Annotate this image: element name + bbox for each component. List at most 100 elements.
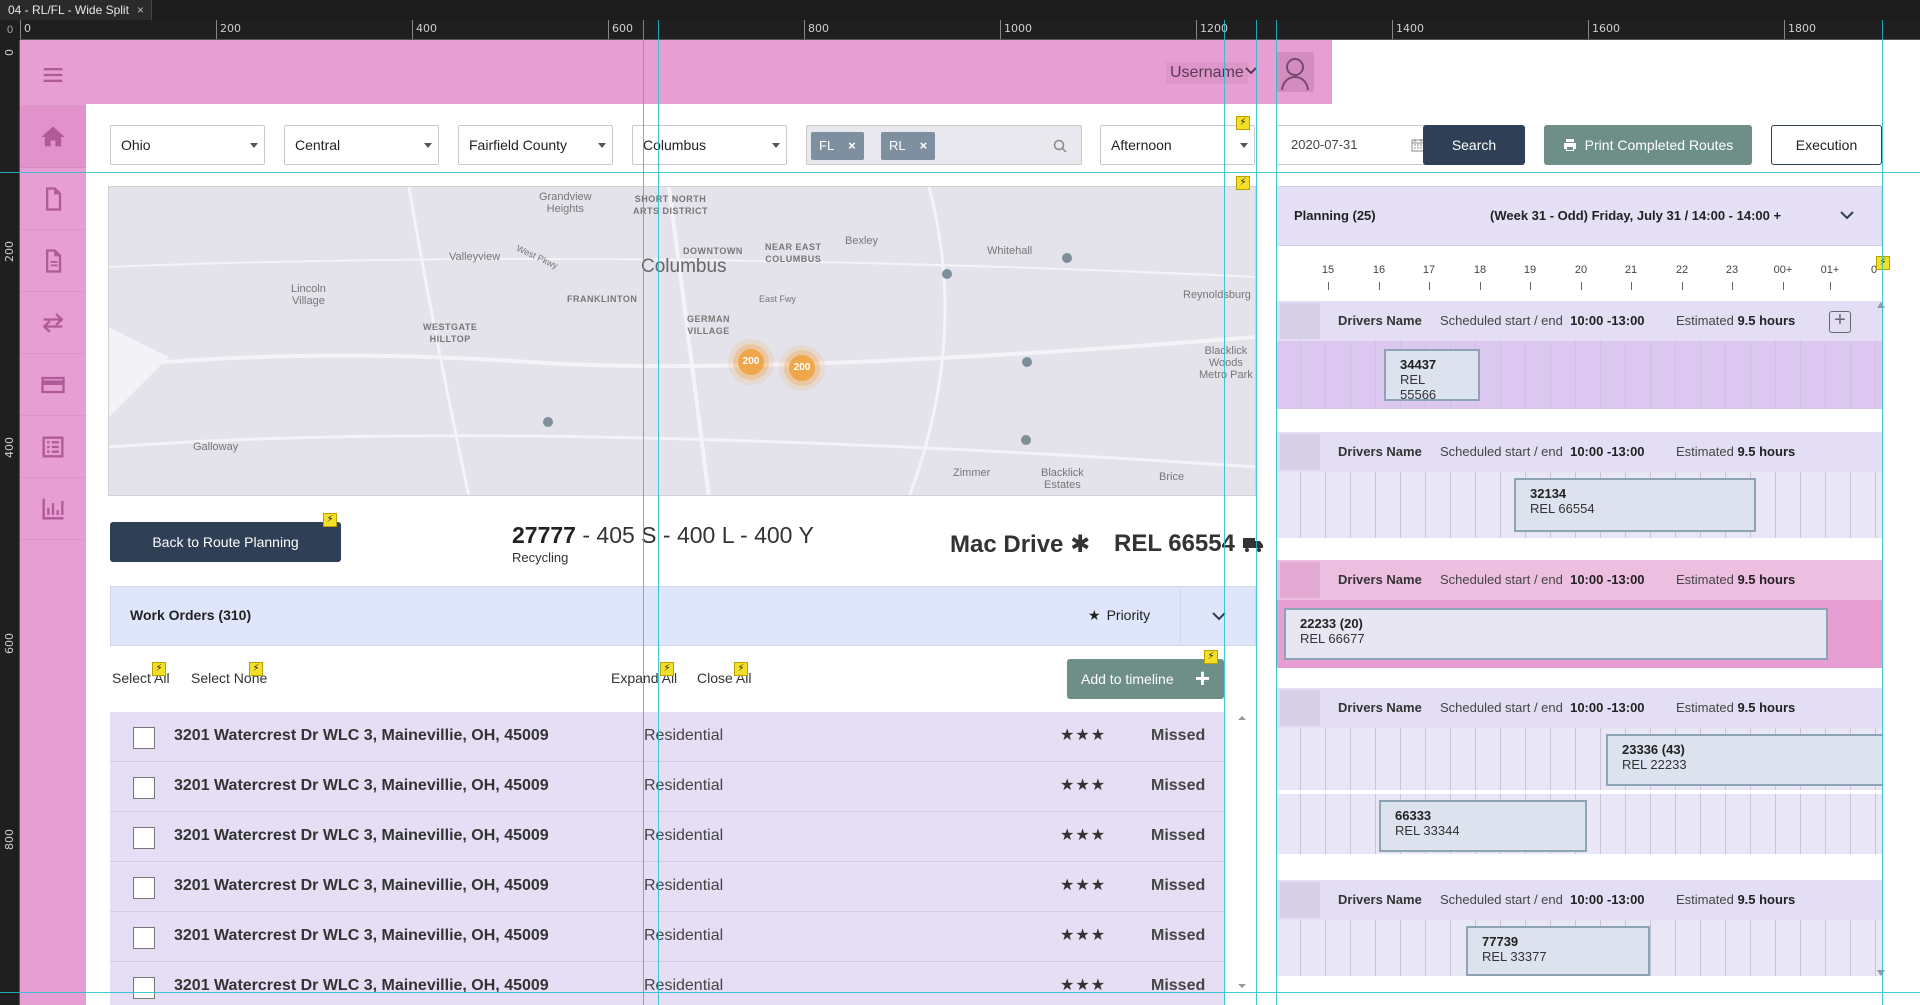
back-to-route-planning-button[interactable]: Back to Route Planning	[110, 522, 341, 562]
driver-header[interactable]: Drivers Name Scheduled start / end 10:00…	[1276, 301, 1882, 341]
shift-select[interactable]: Afternoon	[1100, 125, 1255, 165]
driver-estimate-label: Estimated	[1676, 572, 1734, 587]
route-id: 27777	[512, 522, 576, 548]
row-checkbox[interactable]	[133, 777, 155, 799]
map-label: FRANKLINTON	[567, 294, 638, 304]
job-block[interactable]: 66333 REL 33344	[1379, 800, 1587, 852]
hour-label: 17	[1422, 264, 1436, 276]
ruler-tick	[20, 20, 21, 39]
ruler-label: 0	[3, 49, 16, 56]
driver-lane[interactable]: 22233 (20) REL 66677	[1276, 600, 1882, 668]
tag-chip-fl[interactable]: FL ×	[811, 132, 864, 160]
map-label: Blacklick Estates	[1041, 467, 1084, 491]
map-cluster[interactable]: 200	[789, 355, 815, 381]
job-rel: REL 33377	[1482, 949, 1547, 964]
sidebar-item-transfers[interactable]	[20, 292, 86, 354]
user-menu[interactable]: Username	[1166, 62, 1248, 84]
tag-search-input[interactable]: FL × RL ×	[806, 125, 1082, 165]
remove-tag-icon[interactable]: ×	[848, 138, 856, 153]
region-value: Central	[295, 137, 341, 153]
document-icon	[46, 186, 62, 211]
menu-button[interactable]	[20, 44, 86, 106]
priority-filter[interactable]: ★ Priority	[1088, 607, 1150, 624]
driver-header[interactable]: Drivers Name Scheduled start / end 10:00…	[1276, 880, 1882, 920]
tag-chip-rl[interactable]: RL ×	[881, 132, 936, 160]
close-tab-icon[interactable]: ×	[137, 3, 144, 17]
row-status: Missed	[1151, 727, 1206, 744]
print-completed-routes-button[interactable]: Print Completed Routes	[1544, 125, 1752, 165]
sidebar-item-documents[interactable]	[20, 168, 86, 230]
driver-schedule-value: 10:00 -13:00	[1570, 700, 1645, 715]
driver-schedule-value: 10:00 -13:00	[1570, 444, 1645, 459]
planning-scrollbar[interactable]	[1876, 300, 1886, 980]
remove-tag-icon[interactable]: ×	[920, 138, 928, 153]
table-row[interactable]: 3201 Watercrest Dr WLC 3, Mainevillie, O…	[110, 912, 1224, 962]
driver-lane[interactable]: 32134 REL 66554	[1276, 472, 1882, 538]
table-row[interactable]: 3201 Watercrest Dr WLC 3, Mainevillie, O…	[110, 962, 1224, 1005]
ruler-label: 800	[808, 22, 829, 35]
driver-name: Drivers Name	[1338, 313, 1422, 328]
driver-name: Drivers Name	[1338, 700, 1422, 715]
sidebar-item-lists[interactable]	[20, 416, 86, 478]
region-select[interactable]: Central	[284, 125, 439, 165]
job-block[interactable]: 32134 REL 66554	[1514, 478, 1756, 532]
map-label: NEAR EAST COLUMBUS	[765, 242, 822, 264]
table-row[interactable]: 3201 Watercrest Dr WLC 3, Mainevillie, O…	[110, 762, 1224, 812]
job-block[interactable]: 23336 (43) REL 22233	[1606, 734, 1882, 786]
lane-grid	[1276, 341, 1882, 409]
job-id: 23336 (43)	[1622, 742, 1685, 757]
work-orders-scrollbar[interactable]	[1232, 712, 1252, 992]
job-block[interactable]: 34437 REL 55566	[1384, 349, 1480, 402]
row-checkbox[interactable]	[133, 877, 155, 899]
row-address: 3201 Watercrest Dr WLC 3, Mainevillie, O…	[174, 877, 549, 894]
driver-header[interactable]: Drivers Name Scheduled start / end 10:00…	[1276, 688, 1882, 728]
driver-header[interactable]: Drivers Name Scheduled start / end 10:00…	[1276, 560, 1882, 600]
row-checkbox[interactable]	[133, 827, 155, 849]
map-marker[interactable]	[1022, 357, 1032, 367]
map-marker[interactable]	[543, 417, 553, 427]
driver-lane[interactable]: 34437 REL 55566	[1276, 341, 1882, 409]
row-checkbox[interactable]	[133, 927, 155, 949]
work-orders-toggle[interactable]	[1180, 590, 1256, 642]
map[interactable]: Grandview Heights SHORT NORTH ARTS DISTRIC…	[108, 186, 1256, 496]
row-checkbox[interactable]	[133, 977, 155, 999]
driver-lane[interactable]: 77739 REL 33377	[1276, 920, 1882, 976]
map-marker[interactable]	[1021, 435, 1031, 445]
search-icon[interactable]	[1053, 139, 1067, 153]
sidebar-item-home[interactable]	[20, 106, 86, 168]
map-marker[interactable]	[942, 269, 952, 279]
driver-lane[interactable]: 66333 REL 33344	[1276, 794, 1882, 854]
sidebar-item-analytics[interactable]	[20, 478, 86, 540]
sidebar-item-payments[interactable]	[20, 354, 86, 416]
row-checkbox[interactable]	[133, 727, 155, 749]
add-job-icon[interactable]: +	[1829, 310, 1851, 333]
sidebar-item-reports[interactable]	[20, 230, 86, 292]
ruler-label: 800	[3, 829, 16, 850]
state-select[interactable]: Ohio	[110, 125, 265, 165]
search-button[interactable]: Search	[1423, 125, 1525, 165]
add-to-timeline-button[interactable]: Add to timeline +	[1067, 659, 1224, 699]
map-cluster[interactable]: 200	[738, 349, 764, 375]
driver-schedule-value: 10:00 -13:00	[1570, 892, 1645, 907]
driver-schedule: Scheduled start / end 10:00 -13:00	[1440, 572, 1645, 587]
date-picker[interactable]: 2020-07-31	[1276, 125, 1438, 165]
table-row[interactable]: 3201 Watercrest Dr WLC 3, Mainevillie, O…	[110, 712, 1224, 762]
driver-color-swatch	[1280, 434, 1320, 470]
map-marker[interactable]	[1062, 253, 1072, 263]
document-tab[interactable]: 04 - RL/FL - Wide Split ×	[0, 0, 152, 20]
chevron-down-icon[interactable]	[1832, 200, 1862, 230]
avatar[interactable]	[1276, 52, 1314, 92]
table-row[interactable]: 3201 Watercrest Dr WLC 3, Mainevillie, O…	[110, 862, 1224, 912]
execution-button[interactable]: Execution	[1771, 125, 1882, 165]
job-block[interactable]: 77739 REL 33377	[1466, 926, 1650, 976]
county-select[interactable]: Fairfield County	[458, 125, 613, 165]
job-block[interactable]: 22233 (20) REL 66677	[1284, 608, 1828, 660]
driver-lane[interactable]: 23336 (43) REL 22233	[1276, 728, 1882, 790]
ruler-label: 200	[3, 241, 16, 262]
driver-color-swatch	[1280, 562, 1320, 598]
driver-header[interactable]: Drivers Name Scheduled start / end 10:00…	[1276, 432, 1882, 472]
ruler-label: 600	[3, 633, 16, 654]
table-row[interactable]: 3201 Watercrest Dr WLC 3, Mainevillie, O…	[110, 812, 1224, 862]
city-select[interactable]: Columbus	[632, 125, 787, 165]
work-orders-header[interactable]	[110, 586, 1256, 646]
